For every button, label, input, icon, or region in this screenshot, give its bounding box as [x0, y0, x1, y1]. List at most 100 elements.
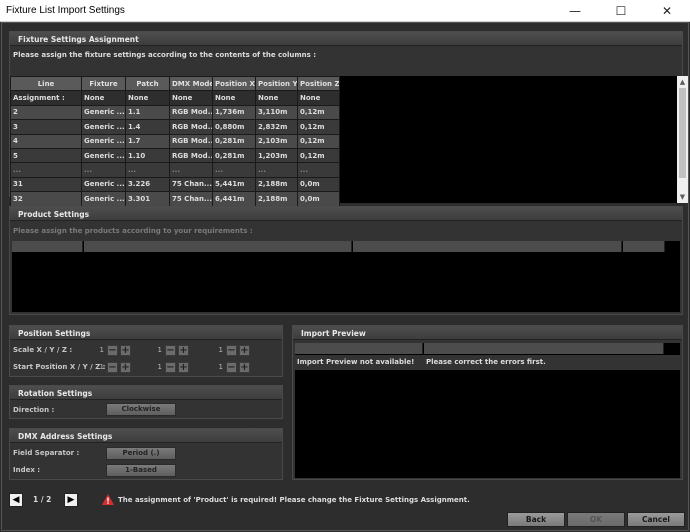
cell-position-x: 5,441m [212, 176, 256, 193]
scroll-up-icon[interactable]: ▲ [677, 77, 688, 87]
assignment-cell-dmx-mode[interactable]: None [169, 90, 213, 106]
plus-icon[interactable]: + [178, 362, 189, 373]
col-header-fixture[interactable]: Fixture [81, 75, 126, 92]
col-header-dmx-mode[interactable]: DMX Mode [169, 75, 213, 92]
start-spinner-y[interactable]: 1− + [135, 362, 189, 373]
plus-icon[interactable]: + [178, 345, 189, 356]
fixture-settings-hint: Please assign the fixture settings accor… [13, 51, 317, 59]
cell-position-y: 3,110m [255, 104, 298, 121]
index-dropdown[interactable]: 1-Based [106, 464, 176, 477]
start-value-z[interactable]: 1 [196, 362, 226, 373]
direction-label: Direction : [13, 406, 55, 414]
plus-icon[interactable]: + [239, 345, 250, 356]
cell-line: 3 [10, 119, 82, 135]
assignment-cell-position-y[interactable]: None [255, 90, 298, 106]
field-separator-dropdown[interactable]: Period (.) [106, 447, 176, 460]
minus-icon[interactable]: − [226, 362, 237, 373]
import-preview-table[interactable]: Import Preview not available! Please cor… [295, 343, 680, 478]
col-header-patch[interactable]: Patch [125, 75, 170, 92]
product-col-header[interactable] [84, 241, 352, 252]
close-button[interactable]: ✕ [644, 0, 690, 22]
cell-position-z: 0,12m [297, 104, 340, 121]
cell-position-y: 2,832m [255, 119, 298, 135]
table-row[interactable]: 31 Generic ... 3.226 75 Chan... 5,441m 2,188m… [10, 176, 340, 193]
cell-position-y: 2,103m [255, 133, 298, 149]
start-value-y[interactable]: 1 [135, 362, 165, 373]
table-row[interactable]: 5 Generic ... 1.10 RGB Mod... 0,281m 1,203m 0,… [10, 147, 340, 164]
preview-col-header[interactable] [424, 343, 664, 354]
table-row[interactable]: 3 Generic ... 1.4 RGB Mod... 0,880m 2,832m 0,1… [10, 119, 340, 135]
scrollbar-thumb[interactable] [679, 88, 686, 178]
cell-line: 4 [10, 133, 82, 149]
fixture-table-scrollbar[interactable]: ▲ ▼ [677, 76, 688, 203]
cell-dmx-mode: RGB Mod... [169, 147, 213, 164]
ok-button[interactable]: OK [567, 512, 625, 527]
cell-dmx-mode: 75 Chan... [169, 191, 213, 207]
start-value-x[interactable]: 1 [77, 362, 107, 373]
assignment-row[interactable]: Assignment : None None None None None None [10, 90, 340, 106]
product-col-header[interactable] [12, 241, 83, 252]
minus-icon[interactable]: − [107, 345, 118, 356]
preview-message-right: Please correct the errors first. [426, 358, 546, 366]
cancel-button[interactable]: Cancel [627, 512, 685, 527]
cell-fixture: Generic ... [81, 176, 126, 193]
back-button[interactable]: Back [507, 512, 565, 527]
fixture-table: Line Fixture Patch DMX Mode Position X P… [10, 75, 340, 207]
cell-fixture: Generic ... [81, 104, 126, 121]
plus-icon[interactable]: + [239, 362, 250, 373]
product-col-header[interactable] [353, 241, 622, 252]
scale-value-y[interactable]: 1 [135, 345, 165, 356]
minus-icon[interactable]: − [165, 362, 176, 373]
page-indicator: 1 / 2 [33, 495, 52, 504]
scale-spinner-z[interactable]: 1− + [196, 345, 250, 356]
col-header-line[interactable]: Line [10, 75, 82, 92]
cell-patch: 3.301 [125, 191, 170, 207]
assignment-cell-patch[interactable]: None [125, 90, 170, 106]
direction-dropdown[interactable]: Clockwise [106, 403, 176, 416]
field-separator-label: Field Separator : [13, 449, 80, 457]
start-spinner-x[interactable]: 1− + [77, 362, 131, 373]
assignment-cell-fixture[interactable]: None [81, 90, 126, 106]
assignment-cell-position-x[interactable]: None [212, 90, 256, 106]
product-settings-hint: Please assign the products according to … [13, 227, 253, 235]
cell-position-z: 0,12m [297, 119, 340, 135]
start-spinner-z[interactable]: 1− + [196, 362, 250, 373]
scale-value-z[interactable]: 1 [196, 345, 226, 356]
cell-position-x: 1,736m [212, 104, 256, 121]
scale-value-x[interactable]: 1 [77, 345, 107, 356]
plus-icon[interactable]: + [120, 345, 131, 356]
minus-icon[interactable]: − [107, 362, 118, 373]
product-settings-panel: Product Settings Please assign the produ… [9, 206, 683, 315]
col-header-position-x[interactable]: Position X [212, 75, 256, 92]
scale-spinner-y[interactable]: 1− + [135, 345, 189, 356]
warning-message: The assignment of 'Product' is required!… [118, 496, 470, 504]
table-row[interactable]: 32 Generic ... 3.301 75 Chan... 6,441m 2,188m… [10, 191, 340, 207]
product-col-header[interactable] [623, 241, 665, 252]
col-header-position-y[interactable]: Position Y [255, 75, 298, 92]
table-row[interactable]: 4 Generic ... 1.7 RGB Mod... 0,281m 2,103m 0,1… [10, 133, 340, 149]
product-table[interactable] [12, 241, 680, 312]
dmx-address-settings-title: DMX Address Settings [10, 429, 282, 443]
import-preview-title: Import Preview [293, 326, 682, 340]
assignment-cell-position-z[interactable]: None [297, 90, 340, 106]
cell-patch: 1.4 [125, 119, 170, 135]
cell-line: 5 [10, 147, 82, 164]
table-row[interactable]: 2 Generic ... 1.1 RGB Mod... 1,736m 3,110m 0,1… [10, 104, 340, 121]
col-header-position-z[interactable]: Position Z [297, 75, 340, 92]
scroll-down-icon[interactable]: ▼ [677, 192, 688, 202]
position-settings-title: Position Settings [10, 326, 282, 340]
minus-icon[interactable]: − [165, 345, 176, 356]
cell-position-y: 1,203m [255, 147, 298, 164]
scale-spinner-x[interactable]: 1− + [77, 345, 131, 356]
plus-icon[interactable]: + [120, 362, 131, 373]
title-bar: Fixture List Import Settings — ☐ ✕ [0, 0, 690, 22]
prev-page-button[interactable]: ◀ [9, 493, 23, 507]
minimize-button[interactable]: — [552, 0, 598, 22]
minus-icon[interactable]: − [226, 345, 237, 356]
rotation-settings-title: Rotation Settings [10, 386, 282, 400]
maximize-button[interactable]: ☐ [598, 0, 644, 22]
preview-col-header[interactable] [295, 343, 423, 354]
cell-line: 31 [10, 176, 82, 193]
table-row[interactable]: ..................... [10, 162, 340, 178]
next-page-button[interactable]: ▶ [64, 493, 78, 507]
